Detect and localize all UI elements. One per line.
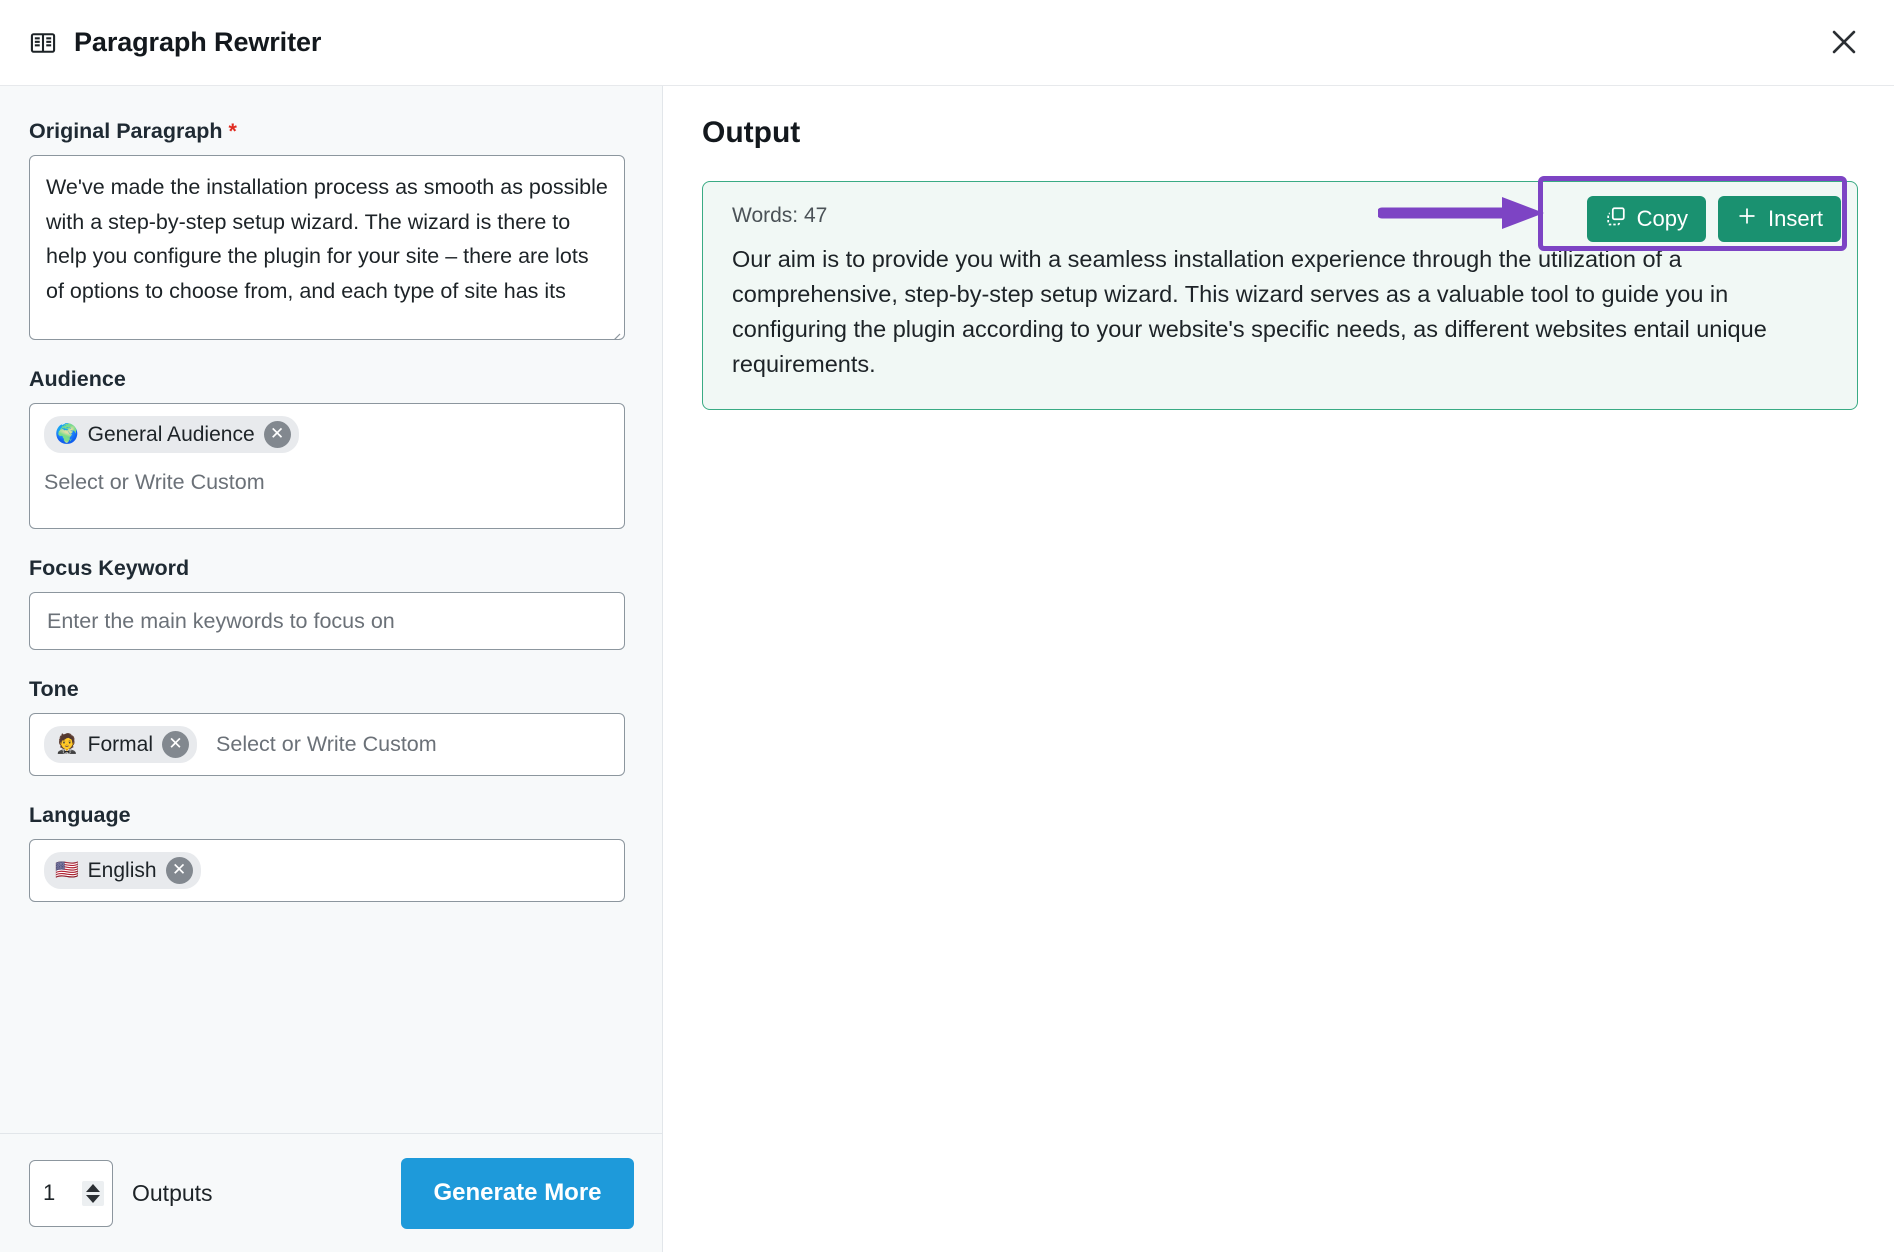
- page-title: Paragraph Rewriter: [74, 27, 322, 57]
- outputs-count-value: 1: [43, 1180, 56, 1205]
- original-paragraph-value: We've made the installation process as s…: [46, 175, 608, 303]
- focus-keyword-input[interactable]: [29, 592, 625, 650]
- output-text: Our aim is to provide you with a seamles…: [732, 246, 1767, 377]
- field-audience: Audience 🌍 General Audience ✕ Select or …: [29, 367, 634, 529]
- tone-label: Tone: [29, 677, 79, 701]
- modal-header: Paragraph Rewriter: [0, 0, 1894, 86]
- output-title: Output: [702, 116, 801, 149]
- insert-button-label: Insert: [1767, 206, 1823, 231]
- tone-multiselect[interactable]: 🤵 Formal ✕ Select or Write Custom: [29, 713, 625, 776]
- tone-placeholder: Select or Write Custom: [216, 732, 437, 756]
- settings-footer: 1 Outputs Generate More: [0, 1133, 662, 1252]
- plus-icon: [1736, 205, 1758, 233]
- remove-chip-icon[interactable]: ✕: [165, 857, 193, 884]
- output-panel: Output Copy Insert Words: 47 Our aim is …: [664, 86, 1894, 1252]
- insert-button[interactable]: Insert: [1717, 196, 1841, 242]
- output-card: Copy Insert Words: 47 Our aim is to prov…: [702, 181, 1858, 410]
- field-focus-keyword: Focus Keyword: [29, 556, 634, 650]
- copy-button[interactable]: Copy: [1586, 196, 1706, 242]
- focus-keyword-label: Focus Keyword: [29, 556, 190, 580]
- audience-chip-label: General Audience: [87, 422, 255, 446]
- copy-icon: [1605, 205, 1627, 233]
- person-in-tuxedo-icon: 🤵: [55, 734, 79, 755]
- required-asterisk: *: [228, 119, 237, 143]
- language-chip: 🇺🇸 English ✕: [44, 852, 201, 889]
- language-label: Language: [29, 803, 131, 827]
- tone-row: 🤵 Formal ✕ Select or Write Custom: [44, 726, 610, 763]
- outputs-stepper[interactable]: 1: [29, 1159, 113, 1227]
- globe-icon: 🌍: [55, 424, 79, 445]
- original-paragraph-textarea[interactable]: We've made the installation process as s…: [29, 155, 625, 340]
- original-paragraph-label: Original Paragraph *: [29, 119, 634, 144]
- output-actions: Copy Insert: [1586, 196, 1841, 242]
- audience-multiselect[interactable]: 🌍 General Audience ✕ Select or Write Cus…: [29, 403, 625, 529]
- language-row: 🇺🇸 English ✕: [44, 852, 610, 889]
- us-flag-icon: 🇺🇸: [55, 860, 79, 881]
- stepper-arrows[interactable]: [82, 1180, 104, 1206]
- settings-panel: Original Paragraph * We've made the inst…: [0, 86, 663, 1252]
- stepper-down-icon[interactable]: [86, 1194, 100, 1203]
- modal-body: Original Paragraph * We've made the inst…: [0, 86, 1894, 1252]
- field-tone: Tone 🤵 Formal ✕ Select or Write Custom: [29, 677, 634, 776]
- audience-label: Audience: [29, 367, 126, 391]
- copy-button-label: Copy: [1636, 206, 1688, 231]
- close-icon[interactable]: [1816, 14, 1872, 70]
- tone-chip-label: Formal: [87, 732, 154, 756]
- field-original-paragraph: Original Paragraph * We've made the inst…: [29, 119, 634, 340]
- audience-placeholder: Select or Write Custom: [44, 470, 265, 494]
- original-paragraph-label-text: Original Paragraph: [29, 119, 223, 143]
- generate-more-button[interactable]: Generate More: [401, 1157, 634, 1229]
- resize-handle-icon[interactable]: [605, 321, 621, 339]
- settings-scroll-area[interactable]: Original Paragraph * We've made the inst…: [0, 86, 662, 1133]
- language-multiselect[interactable]: 🇺🇸 English ✕: [29, 839, 625, 902]
- tone-chip: 🤵 Formal ✕: [44, 726, 198, 763]
- audience-chip: 🌍 General Audience ✕: [44, 416, 299, 453]
- language-chip-label: English: [87, 858, 157, 882]
- paragraph-rewriter-modal: Paragraph Rewriter Original Paragraph * …: [0, 0, 1894, 1252]
- remove-chip-icon[interactable]: ✕: [162, 731, 190, 758]
- outputs-label: Outputs: [132, 1179, 213, 1206]
- stepper-up-icon[interactable]: [86, 1183, 100, 1192]
- remove-chip-icon[interactable]: ✕: [263, 421, 291, 448]
- book-open-icon: [26, 26, 60, 60]
- field-language: Language 🇺🇸 English ✕: [29, 803, 634, 902]
